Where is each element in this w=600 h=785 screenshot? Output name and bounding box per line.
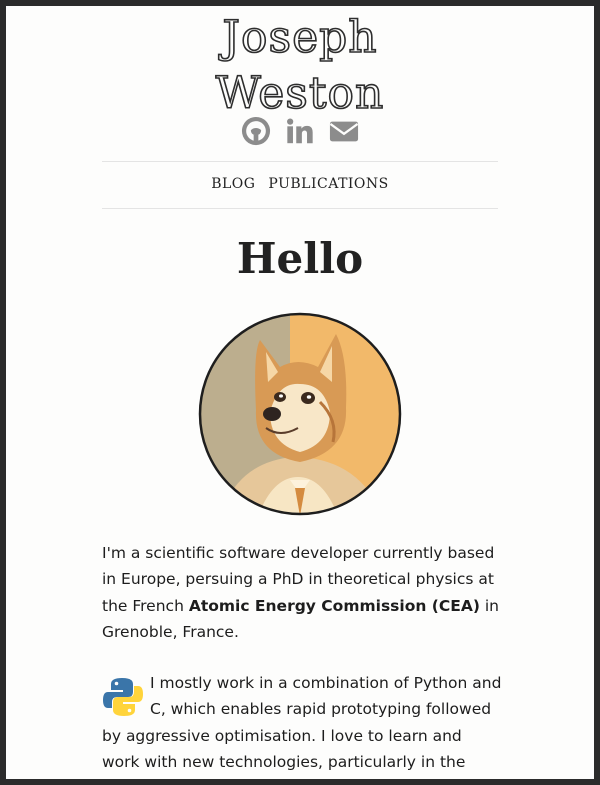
site-title-line1: Joseph [222, 11, 378, 64]
work-text: I mostly work in a combination of Python… [102, 674, 502, 771]
nav-blog[interactable]: BLOG [211, 176, 255, 192]
python-logo-icon [103, 678, 143, 716]
work-paragraph: I mostly work in a combination of Python… [102, 670, 502, 779]
divider-top [102, 161, 498, 162]
nav-publications[interactable]: PUBLICATIONS [268, 176, 388, 192]
cea-link[interactable]: Atomic Energy Commission (CEA) [189, 597, 480, 615]
avatar [198, 312, 402, 516]
page: Joseph Weston BLOG PUBLICATIONS Hello I'… [6, 6, 594, 779]
main-nav: BLOG PUBLICATIONS [6, 176, 594, 192]
envelope-icon[interactable] [329, 116, 359, 146]
page-heading: Hello [236, 234, 364, 283]
linkedin-icon[interactable] [285, 116, 315, 146]
social-links [6, 116, 594, 146]
divider-bottom [102, 208, 498, 209]
site-title[interactable]: Joseph Weston [6, 10, 594, 122]
site-title-line2: Weston [215, 67, 385, 120]
intro-paragraph: I'm a scientific software developer curr… [102, 540, 502, 645]
github-icon[interactable] [241, 116, 271, 146]
